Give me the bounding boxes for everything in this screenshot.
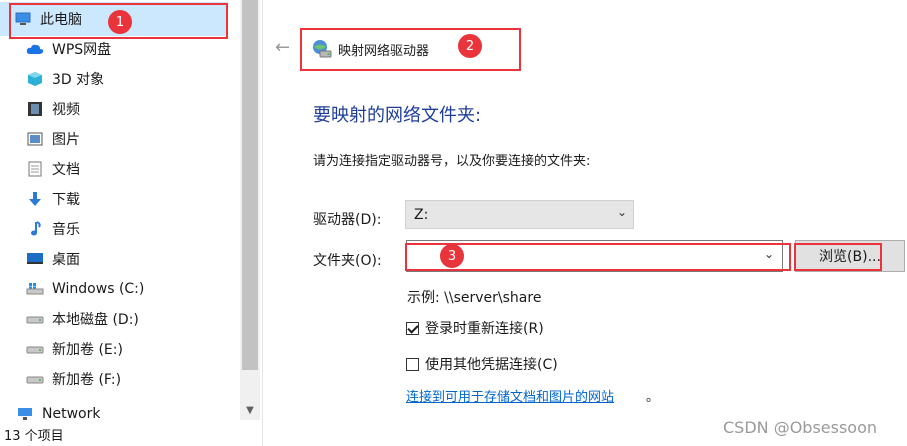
nav-item-label: 新加卷 (E:)	[52, 342, 123, 358]
cloud-icon	[26, 40, 44, 58]
nav-item-label: 音乐	[52, 222, 80, 238]
link-suffix: 。	[646, 390, 660, 405]
music-icon	[26, 220, 44, 238]
nav-item-pictures[interactable]: 图片	[26, 127, 80, 151]
nav-item-label: 文档	[52, 162, 80, 178]
folder-label: 文件夹(O):	[313, 253, 382, 269]
nav-item-volume-f[interactable]: 新加卷 (F:)	[26, 367, 121, 391]
watermark: CSDN @Obsessoon	[723, 418, 878, 437]
nav-item-documents[interactable]: 文档	[26, 157, 80, 181]
document-icon	[26, 160, 44, 178]
website-storage-link[interactable]: 连接到可用于存储文档和图片的网站	[406, 386, 614, 405]
annotation-number-1: 1	[108, 10, 132, 34]
nav-item-desktop[interactable]: 桌面	[26, 247, 80, 271]
drive-label: 驱动器(D):	[313, 212, 382, 228]
drive-letter-value: Z:	[414, 207, 429, 223]
network-icon	[16, 406, 34, 422]
nav-item-videos[interactable]: 视频	[26, 97, 80, 121]
nav-scrollbar[interactable]	[240, 0, 260, 420]
drive-icon	[26, 370, 44, 388]
navigation-pane: 此电脑 WPS网盘 3D 对象 视频 图片 文档 下载 音乐 桌面 Window…	[0, 0, 262, 446]
drive-icon	[26, 340, 44, 358]
nav-item-network[interactable]: Network	[16, 406, 100, 422]
drive-letter-select[interactable]: Z: ⌄	[405, 200, 634, 229]
nav-item-windows-c[interactable]: Windows (C:)	[26, 277, 144, 301]
annotation-number-3: 3	[440, 244, 464, 268]
reconnect-label: 登录时重新连接(R)	[425, 321, 544, 337]
chevron-down-icon: ⌄	[616, 205, 627, 219]
nav-item-label: Network	[42, 406, 101, 422]
nav-item-label: 视频	[52, 102, 80, 118]
reconnect-checkbox[interactable]	[406, 321, 419, 335]
nav-item-label: 下载	[52, 192, 80, 208]
pictures-icon	[26, 130, 44, 148]
nav-item-label: 3D 对象	[52, 72, 105, 88]
nav-item-label: Windows (C:)	[52, 281, 145, 297]
desktop-icon	[26, 250, 44, 268]
nav-item-downloads[interactable]: 下载	[26, 187, 80, 211]
drive-icon	[26, 310, 44, 328]
back-arrow-icon[interactable]: ←	[275, 38, 295, 58]
nav-item-3d-objects[interactable]: 3D 对象	[26, 67, 104, 91]
dialog-heading: 要映射的网络文件夹:	[313, 105, 482, 126]
nav-item-local-d[interactable]: 本地磁盘 (D:)	[26, 307, 139, 331]
nav-item-label: WPS网盘	[52, 42, 112, 58]
cube-3d-icon	[26, 70, 44, 88]
nav-item-label: 本地磁盘 (D:)	[52, 312, 139, 328]
nav-item-label: 图片	[52, 132, 80, 148]
scrollbar-thumb[interactable]	[242, 0, 258, 370]
annotation-box-browse	[794, 243, 882, 271]
other-credentials-checkbox-row[interactable]: 使用其他凭据连接(C)	[406, 354, 558, 374]
nav-item-label: 桌面	[52, 252, 80, 268]
other-credentials-checkbox[interactable]	[406, 357, 419, 371]
reconnect-checkbox-row[interactable]: 登录时重新连接(R)	[406, 318, 544, 338]
dialog-instruction: 请为连接指定驱动器号，以及你要连接的文件夹:	[313, 154, 591, 169]
nav-item-label: 新加卷 (F:)	[52, 372, 122, 388]
annotation-box-2	[300, 28, 521, 71]
status-bar-item-count: 13 个项目	[4, 429, 64, 444]
download-icon	[26, 190, 44, 208]
path-example: 示例: \\server\share	[407, 290, 542, 306]
video-icon	[26, 100, 44, 118]
nav-item-music[interactable]: 音乐	[26, 217, 80, 241]
windows-drive-icon	[26, 280, 44, 298]
other-credentials-label: 使用其他凭据连接(C)	[425, 357, 558, 373]
chevron-down-icon[interactable]: ▼	[240, 400, 260, 420]
nav-item-wps-drive[interactable]: WPS网盘	[26, 37, 111, 61]
annotation-number-2: 2	[458, 34, 482, 58]
nav-item-volume-e[interactable]: 新加卷 (E:)	[26, 337, 123, 361]
pane-divider	[262, 0, 263, 446]
